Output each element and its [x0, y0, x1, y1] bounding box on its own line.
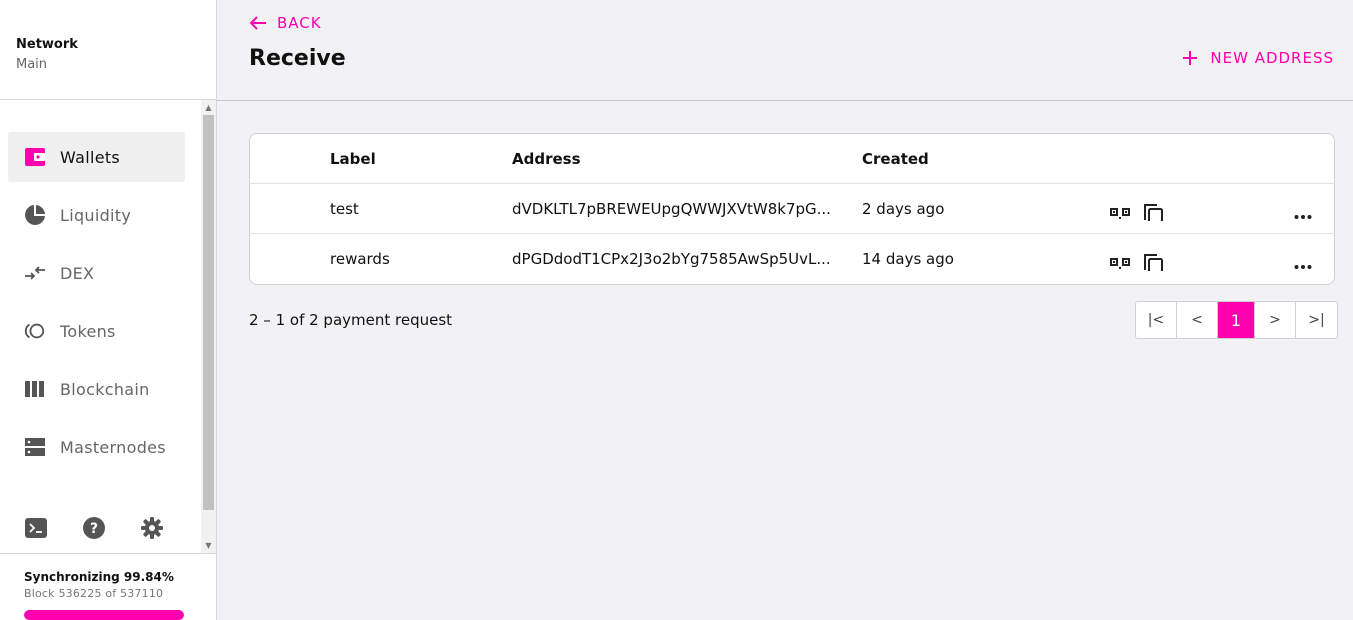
- main-content: BACK Receive NEW ADDRESS Label Address C…: [217, 0, 1353, 620]
- page-number-button[interactable]: 1: [1218, 302, 1255, 338]
- table-row[interactable]: test dVDKLTL7pBREWEUpgQWWJXVtW8k7pG... 2…: [250, 184, 1334, 234]
- more-options-icon[interactable]: [1294, 248, 1318, 270]
- previous-page-button[interactable]: <: [1177, 302, 1218, 338]
- sidebar: Network Main Wallets Liquidity DEX Token…: [0, 0, 217, 620]
- sync-title: Synchronizing 99.84%: [24, 570, 174, 584]
- sidebar-item-label: Masternodes: [60, 437, 166, 457]
- server-icon: [24, 436, 46, 458]
- new-address-label: NEW ADDRESS: [1210, 49, 1334, 67]
- copy-icon[interactable]: [1142, 247, 1166, 271]
- first-page-button[interactable]: |<: [1136, 302, 1177, 338]
- wallet-icon: [24, 146, 46, 168]
- sidebar-item-masternodes[interactable]: Masternodes: [8, 422, 185, 472]
- swap-arrows-icon: [24, 262, 46, 284]
- sidebar-item-wallets[interactable]: Wallets: [8, 132, 185, 182]
- row-created: 2 days ago: [862, 200, 945, 218]
- divider: [0, 99, 216, 100]
- qr-code-icon[interactable]: [1110, 198, 1132, 220]
- sidebar-item-label: Tokens: [60, 321, 116, 341]
- page-title: Receive: [249, 46, 346, 71]
- plus-icon: [1183, 51, 1198, 65]
- sidebar-item-tokens[interactable]: Tokens: [8, 306, 185, 356]
- sidebar-item-blockchain[interactable]: Blockchain: [8, 364, 185, 414]
- new-address-button[interactable]: NEW ADDRESS: [1182, 49, 1334, 67]
- network-info: Network Main: [16, 37, 78, 72]
- addresses-table: Label Address Created test dVDKLTL7pBREW…: [249, 133, 1335, 285]
- more-options-icon[interactable]: [1294, 198, 1318, 220]
- sync-status: Synchronizing 99.84% Block 536225 of 537…: [0, 553, 216, 620]
- help-icon[interactable]: ?: [82, 516, 106, 540]
- sync-progress-fill: [24, 610, 184, 620]
- column-header-created[interactable]: Created: [862, 134, 1042, 184]
- back-label: BACK: [277, 14, 322, 32]
- network-value: Main: [16, 57, 48, 72]
- sidebar-item-liquidity[interactable]: Liquidity: [8, 190, 185, 240]
- row-label: rewards: [330, 250, 390, 268]
- pie-chart-icon: [24, 204, 46, 226]
- sidebar-item-label: Wallets: [60, 147, 121, 167]
- scroll-up-arrow-icon[interactable]: ▲: [201, 100, 216, 115]
- scroll-down-arrow-icon[interactable]: ▼: [201, 538, 216, 553]
- sync-block-count: Block 536225 of 537110: [24, 587, 164, 600]
- network-label: Network: [16, 37, 78, 52]
- terminal-icon[interactable]: [24, 516, 48, 540]
- last-page-button[interactable]: >|: [1296, 302, 1337, 338]
- svg-text:?: ?: [90, 521, 98, 537]
- copy-icon[interactable]: [1142, 197, 1166, 221]
- sync-progress-bar: [24, 610, 184, 620]
- table-header: Label Address Created: [250, 134, 1334, 184]
- row-address: dVDKLTL7pBREWEUpgQWWJXVtW8k7pG...: [512, 200, 830, 218]
- sidebar-item-label: Blockchain: [60, 379, 150, 399]
- qr-code-icon[interactable]: [1110, 248, 1132, 270]
- column-header-label[interactable]: Label: [330, 134, 500, 184]
- next-page-button[interactable]: >: [1255, 302, 1296, 338]
- row-label: test: [330, 200, 359, 218]
- blockchain-bars-icon: [24, 378, 46, 400]
- pagination-summary: 2 – 1 of 2 payment request: [249, 311, 453, 329]
- back-button[interactable]: BACK: [249, 14, 322, 32]
- sidebar-item-label: Liquidity: [60, 205, 132, 225]
- row-address: dPGDdodT1CPx2J3o2bYg7585AwSp5UvL...: [512, 250, 830, 268]
- page-header: BACK Receive NEW ADDRESS: [217, 0, 1353, 101]
- tokens-icon: [24, 320, 46, 342]
- scrollbar-thumb[interactable]: [203, 115, 214, 510]
- arrow-left-icon: [249, 16, 266, 30]
- row-created: 14 days ago: [862, 250, 954, 268]
- settings-gear-icon[interactable]: [140, 516, 164, 540]
- sidebar-tools: ?: [24, 516, 164, 540]
- pagination: |< < 1 > >|: [1135, 301, 1338, 339]
- sidebar-item-dex[interactable]: DEX: [8, 248, 185, 298]
- sidebar-nav: Wallets Liquidity DEX Tokens Blockchain: [8, 132, 185, 480]
- sidebar-item-label: DEX: [60, 263, 95, 283]
- sidebar-scrollbar[interactable]: ▲ ▼: [201, 100, 216, 553]
- column-header-address[interactable]: Address: [512, 134, 830, 184]
- table-row[interactable]: rewards dPGDdodT1CPx2J3o2bYg7585AwSp5UvL…: [250, 234, 1334, 284]
